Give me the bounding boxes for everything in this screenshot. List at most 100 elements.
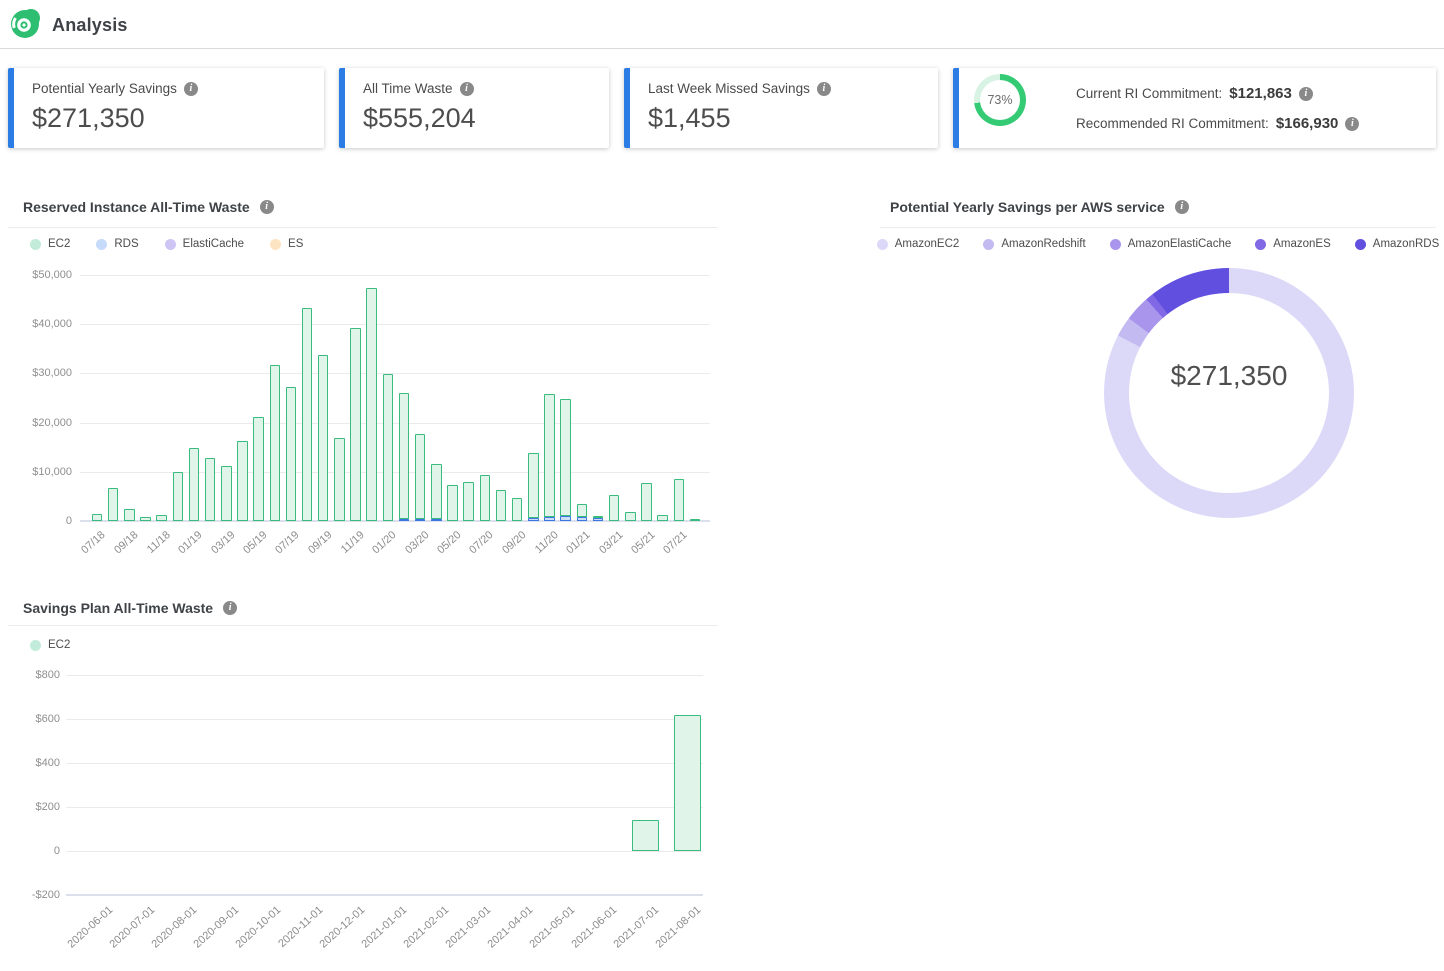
bar-ec2-08/18[interactable]: [108, 488, 119, 521]
stat-label: Potential Yearly Savings: [32, 81, 177, 96]
bar-rds-11/20[interactable]: [544, 517, 555, 521]
bar-rds-03/20[interactable]: [415, 519, 426, 521]
bar-ec2-07/21[interactable]: [674, 479, 685, 521]
x-axis-tick-label: 2020-11-01: [276, 904, 325, 950]
bar-ec2-09/19[interactable]: [318, 355, 329, 521]
bar-ec2-04/20[interactable]: [431, 464, 442, 519]
x-axis-tick-label: 2021-03-01: [443, 904, 493, 951]
bar-ec2-03/20[interactable]: [415, 434, 426, 519]
bar-ec2-10/19[interactable]: [334, 438, 345, 521]
legend-label: AmazonRedshift: [1001, 238, 1085, 250]
legend-dot-icon: [1110, 239, 1121, 250]
bar-ec2-12/19[interactable]: [366, 288, 377, 521]
bar-rds-02/21[interactable]: [593, 518, 604, 521]
bar-ec2-04/19[interactable]: [237, 441, 248, 521]
bar-ec2-02/21[interactable]: [593, 516, 604, 518]
bar-ec2-02/19[interactable]: [205, 458, 216, 521]
chart-title: Potential Yearly Savings per AWS service: [890, 199, 1165, 215]
bar-ec2-01/19[interactable]: [189, 448, 200, 521]
legend-label: AmazonRDS: [1373, 238, 1439, 250]
x-axis-tick-label: 2020-07-01: [107, 904, 157, 951]
bar-ec2-12/18[interactable]: [173, 472, 184, 521]
x-axis-tick-label: 2020-10-01: [233, 904, 283, 951]
legend-item-amazonredshift[interactable]: AmazonRedshift: [983, 238, 1085, 250]
current-ri-commitment-row: Current RI Commitment: $121,863: [1076, 85, 1359, 102]
info-icon[interactable]: [1345, 117, 1359, 131]
bar-ec2-09/20[interactable]: [512, 498, 523, 521]
bar-ec2-10/20[interactable]: [528, 453, 539, 518]
bar-ec2-11/20[interactable]: [544, 394, 555, 517]
x-axis-tick-label: 05/20: [435, 529, 463, 556]
gridline: [80, 275, 710, 276]
bar-ec2-11/18[interactable]: [156, 515, 167, 521]
bar-ec2-08/20[interactable]: [496, 490, 507, 521]
legend-item-amazonec2[interactable]: AmazonEC2: [877, 238, 960, 250]
bar-ec2-2021-07-01[interactable]: [632, 820, 659, 851]
bar-rds-12/20[interactable]: [560, 516, 571, 521]
x-axis-tick-label: 2021-02-01: [401, 904, 451, 951]
bar-rds-02/20[interactable]: [399, 519, 410, 521]
x-axis-tick-label: 07/21: [661, 529, 689, 556]
x-axis-tick-label: 2020-06-01: [65, 904, 115, 951]
legend-dot-icon: [877, 239, 888, 250]
commit-value: $121,863: [1229, 85, 1292, 102]
sp-waste-chart: $800$600$400$2000-$2002020-06-012020-07-…: [8, 597, 718, 971]
panel-reserved-instance-waste: Reserved Instance All-Time Waste EC2RDSE…: [8, 196, 718, 574]
savings-donut-chart[interactable]: [1104, 268, 1354, 518]
stat-value: $271,350: [32, 103, 324, 134]
x-axis-tick-label: 11/18: [145, 529, 173, 556]
y-axis-tick-label: $50,000: [8, 269, 72, 281]
bar-rds-04/20[interactable]: [431, 519, 442, 521]
stat-value: $555,204: [363, 103, 609, 134]
bar-ec2-05/21[interactable]: [641, 483, 652, 521]
stat-card-ri-commitment: 73% Current RI Commitment: $121,863 Reco…: [953, 68, 1436, 148]
bar-ec2-07/19[interactable]: [286, 387, 297, 521]
bar-rds-10/20[interactable]: [528, 518, 539, 521]
legend-item-amazones[interactable]: AmazonES: [1255, 238, 1331, 250]
x-axis-tick-label: 2021-04-01: [485, 904, 535, 951]
bar-ec2-10/18[interactable]: [140, 517, 151, 521]
bar-ec2-07/18[interactable]: [92, 514, 103, 521]
gridline: [80, 324, 710, 325]
spot-logo-icon[interactable]: [10, 8, 42, 40]
x-axis-tick-label: 03/21: [597, 529, 625, 556]
bar-ec2-03/21[interactable]: [609, 495, 620, 521]
legend-dot-icon: [983, 239, 994, 250]
bar-ec2-05/20[interactable]: [447, 485, 458, 521]
legend-label: AmazonES: [1273, 238, 1331, 250]
gridline: [66, 719, 703, 720]
legend-item-amazonelasticache[interactable]: AmazonElastiCache: [1110, 238, 1232, 250]
info-icon[interactable]: [184, 82, 198, 96]
x-axis-tick-label: 2021-06-01: [569, 904, 619, 951]
bar-ec2-11/19[interactable]: [350, 328, 361, 521]
bar-ec2-06/20[interactable]: [463, 482, 474, 521]
bar-ec2-08/21[interactable]: [690, 519, 701, 521]
bar-ec2-06/19[interactable]: [270, 365, 281, 521]
info-icon[interactable]: [817, 82, 831, 96]
legend-item-amazonrds[interactable]: AmazonRDS: [1355, 238, 1439, 250]
y-axis-tick-label: $20,000: [8, 417, 72, 429]
bar-ec2-04/21[interactable]: [625, 512, 636, 521]
bar-ec2-01/20[interactable]: [383, 374, 394, 521]
info-icon[interactable]: [1175, 200, 1189, 214]
bar-ec2-03/19[interactable]: [221, 466, 232, 521]
bar-ec2-09/18[interactable]: [124, 509, 135, 521]
gridline: [66, 807, 703, 808]
y-axis-tick-label: $200: [8, 801, 60, 813]
x-axis-tick-label: 2021-01-01: [359, 904, 409, 951]
bar-ec2-05/19[interactable]: [253, 417, 264, 521]
donut-center-total: $271,350: [1171, 360, 1288, 392]
bar-ec2-2021-08-01[interactable]: [674, 715, 701, 851]
bar-ec2-08/19[interactable]: [302, 308, 313, 521]
x-axis-tick-label: 07/18: [80, 529, 108, 556]
bar-ec2-02/20[interactable]: [399, 393, 410, 518]
info-icon[interactable]: [1299, 87, 1313, 101]
bar-ec2-12/20[interactable]: [560, 399, 571, 515]
bar-ec2-07/20[interactable]: [480, 475, 491, 521]
bar-rds-01/21[interactable]: [577, 517, 588, 521]
info-icon[interactable]: [460, 82, 474, 96]
x-axis-tick-label: 01/21: [564, 529, 592, 556]
bar-ec2-01/21[interactable]: [577, 504, 588, 516]
y-axis-tick-label: $30,000: [8, 367, 72, 379]
bar-ec2-06/21[interactable]: [657, 515, 668, 521]
